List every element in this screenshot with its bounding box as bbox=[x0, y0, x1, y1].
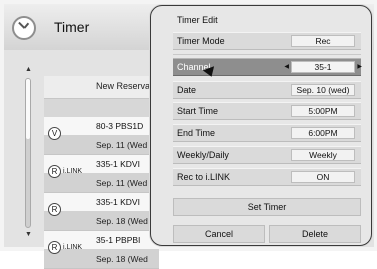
scroll-thumb[interactable] bbox=[26, 79, 30, 139]
ilink-label: i.LINK bbox=[63, 244, 83, 251]
timer-edit-dialog: Timer Edit Timer Mode Rec Channel ◀ 35-1… bbox=[150, 5, 372, 246]
channel-field[interactable]: Channel ◀ 35-1 ▶ bbox=[173, 58, 362, 76]
scroll-up-icon[interactable]: ▲ bbox=[25, 66, 32, 73]
end-time-value[interactable]: 6:00PM bbox=[291, 127, 355, 139]
start-time-field[interactable]: Start Time 5:00PM bbox=[173, 102, 361, 120]
list-scrollbar[interactable]: ▲ ▼ bbox=[22, 66, 35, 238]
video-mode-icon: V bbox=[48, 127, 61, 140]
scroll-down-icon[interactable]: ▼ bbox=[25, 231, 32, 238]
timer-mode-label: Timer Mode bbox=[177, 36, 225, 46]
list-item-channel: 80-3 PBS1D bbox=[96, 121, 144, 131]
arrow-left-icon[interactable]: ◀ bbox=[284, 63, 289, 70]
list-item[interactable]: R 335-1 KDVI Sep. 18 (Wed bbox=[44, 193, 159, 231]
list-item-date: Sep. 18 (Wed bbox=[96, 254, 148, 264]
timer-mode-value[interactable]: Rec bbox=[291, 35, 355, 47]
dialog-title: Timer Edit bbox=[177, 15, 218, 25]
list-item-channel: 335-1 KDVI bbox=[96, 197, 140, 207]
date-label: Date bbox=[177, 85, 197, 95]
weekly-daily-value[interactable]: Weekly bbox=[291, 149, 355, 161]
date-field[interactable]: Date Sep. 10 (wed) bbox=[173, 81, 361, 99]
list-item-date: Sep. 11 (Wed bbox=[96, 140, 148, 150]
start-time-label: Start Time bbox=[177, 106, 219, 116]
reservation-list: New Reserva V 80-3 PBS1D Sep. 11 (Wed R … bbox=[44, 76, 159, 269]
list-item-date: Sep. 11 (Wed bbox=[96, 178, 148, 188]
rec-to-ilink-label: Rec to i.LINK bbox=[177, 172, 231, 182]
delete-button[interactable]: Delete bbox=[269, 225, 361, 243]
record-mode-icon: R bbox=[48, 241, 61, 254]
timer-mode-field[interactable]: Timer Mode Rec bbox=[173, 32, 361, 50]
list-item[interactable]: R i.LINK 335-1 KDVI Sep. 11 (Wed bbox=[44, 155, 159, 193]
scroll-track[interactable] bbox=[25, 78, 31, 228]
arrow-right-icon[interactable]: ▶ bbox=[357, 63, 362, 70]
date-value[interactable]: Sep. 10 (wed) bbox=[291, 84, 355, 96]
list-spacer bbox=[44, 99, 159, 117]
end-time-field[interactable]: End Time 6:00PM bbox=[173, 124, 361, 142]
start-time-value[interactable]: 5:00PM bbox=[291, 105, 355, 117]
list-item-channel: 35-1 PBPBI bbox=[96, 235, 141, 245]
tv-screen: Timer ▲ ▼ New Reserva V 80-3 PBS1D Sep. … bbox=[0, 0, 377, 269]
weekly-daily-label: Weekly/Daily bbox=[177, 150, 229, 160]
new-reservation-item[interactable]: New Reserva bbox=[44, 76, 159, 99]
set-timer-button[interactable]: Set Timer bbox=[173, 198, 361, 216]
record-mode-icon: R bbox=[48, 165, 61, 178]
ilink-label: i.LINK bbox=[63, 168, 83, 175]
page-title: Timer bbox=[54, 19, 90, 35]
end-time-label: End Time bbox=[177, 128, 216, 138]
weekly-daily-field[interactable]: Weekly/Daily Weekly bbox=[173, 146, 361, 164]
channel-value[interactable]: 35-1 bbox=[291, 61, 355, 73]
list-item-channel: 335-1 KDVI bbox=[96, 159, 140, 169]
divider bbox=[173, 54, 361, 55]
rec-to-ilink-value[interactable]: ON bbox=[291, 171, 355, 183]
list-item[interactable]: V 80-3 PBS1D Sep. 11 (Wed bbox=[44, 117, 159, 155]
new-reservation-label: New Reserva bbox=[96, 81, 151, 91]
clock-icon bbox=[12, 16, 36, 40]
rec-to-ilink-field[interactable]: Rec to i.LINK ON bbox=[173, 168, 361, 186]
record-mode-icon: R bbox=[48, 203, 61, 216]
cancel-button[interactable]: Cancel bbox=[173, 225, 265, 243]
list-item[interactable]: R i.LINK 35-1 PBPBI Sep. 18 (Wed bbox=[44, 231, 159, 269]
list-item-date: Sep. 18 (Wed bbox=[96, 216, 148, 226]
